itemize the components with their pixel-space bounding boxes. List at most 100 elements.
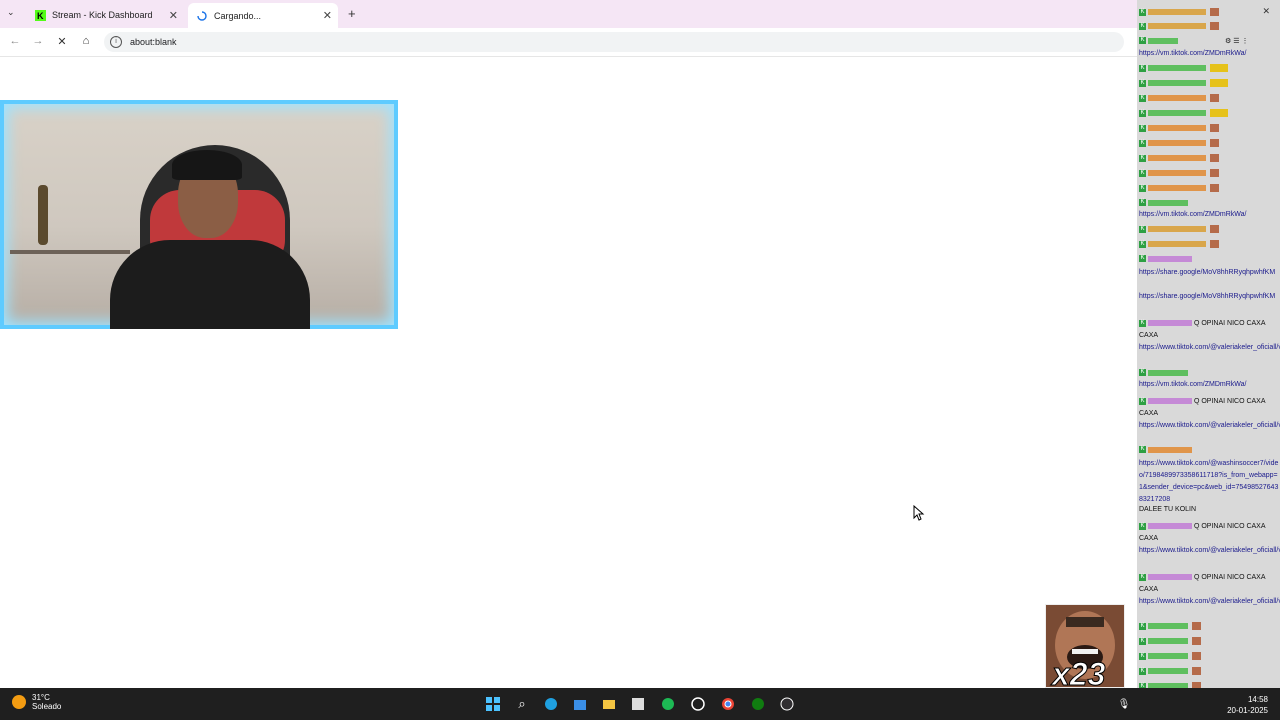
loading-icon — [196, 10, 208, 22]
emote-icon — [1210, 94, 1219, 102]
home-icon[interactable]: ⌂ — [79, 35, 93, 47]
weather-widget[interactable]: 31°C Soleado — [12, 693, 61, 711]
snipping-tool-icon[interactable] — [630, 696, 646, 712]
microphone-icon[interactable]: 🎙 — [1116, 696, 1132, 712]
mouse-cursor-icon — [913, 505, 925, 521]
kick-badge-icon: K — [1139, 397, 1146, 405]
chat-message: https://www.tiktok.com/@valeriakeler_ofi… — [1139, 598, 1280, 605]
stop-icon[interactable]: ✕ — [55, 35, 69, 48]
system-clock[interactable]: 14:58 20-01-2025 — [1227, 694, 1268, 716]
username — [1148, 226, 1206, 232]
address-text: about:blank — [130, 37, 177, 47]
emote-icon — [1192, 622, 1201, 630]
emote-icon — [1192, 637, 1201, 645]
chat-message: K Q OPINAI NICO CAXA CAXA — [1139, 572, 1279, 596]
whatsapp-icon[interactable] — [690, 696, 706, 712]
chat-row: K — [1139, 124, 1279, 132]
chat-message: https://www.tiktok.com/@washinsoccer7/vi… — [1139, 460, 1279, 503]
chat-message: https://share.google/MoV8hhRRyqhpwhfKM — [1139, 269, 1276, 276]
search-icon[interactable]: ⌕ — [514, 696, 530, 712]
weather-temp: 31°C — [32, 693, 50, 702]
chat-row: K — [1139, 622, 1279, 630]
info-icon[interactable]: i — [110, 36, 122, 48]
username — [1148, 241, 1206, 247]
close-tab-icon[interactable]: ✕ — [323, 9, 332, 22]
kick-badge-icon: K — [1139, 37, 1146, 44]
chat-message: https://www.tiktok.com/@valeriakeler_ofi… — [1139, 344, 1280, 351]
obs-icon[interactable] — [779, 696, 795, 712]
xbox-icon[interactable] — [750, 696, 766, 712]
spotify-icon[interactable] — [660, 696, 676, 712]
tab-kick-dashboard[interactable]: K Stream - Kick Dashboard ✕ — [26, 4, 184, 26]
toolbar-icons[interactable]: ⚙ ☰ ⋮ — [1225, 37, 1248, 45]
tab-loading[interactable]: Cargando... ✕ — [188, 3, 338, 28]
chat-row: K — [1139, 79, 1279, 87]
chat-row: K — [1139, 169, 1279, 177]
kick-badge-icon: K — [1139, 319, 1146, 327]
kick-badge-icon: K — [1139, 139, 1146, 147]
kick-badge-icon: K — [1139, 225, 1146, 233]
taskbar: 31°C Soleado ⌕ 🎙 14:58 20-01-2025 — [0, 688, 1280, 720]
chat-row: K — [1139, 225, 1279, 233]
chat-row: K — [1139, 64, 1279, 72]
emote-combo-overlay: x23 — [1045, 604, 1125, 688]
chat-row: K — [1139, 8, 1279, 16]
emote-icon — [1210, 22, 1219, 30]
back-icon[interactable]: ← — [8, 35, 22, 47]
new-tab-button[interactable]: + — [348, 6, 356, 21]
tab-search-chevron-icon[interactable]: ⌄ — [7, 7, 15, 18]
browser-toolbar: ← → ✕ ⌂ i about:blank — [0, 28, 1140, 57]
username — [1148, 523, 1192, 530]
person-body — [110, 240, 310, 329]
emote-icon — [1210, 8, 1219, 16]
edge-icon[interactable] — [543, 696, 559, 712]
file-explorer-icon[interactable] — [601, 696, 617, 712]
emote-icon — [1192, 652, 1201, 660]
chat-row: K — [1139, 652, 1279, 660]
emote-icon — [1210, 64, 1228, 72]
kick-badge-icon: K — [1139, 124, 1146, 132]
chat-message: https://share.google/MoV8hhRRyqhpwhfKM — [1139, 293, 1276, 300]
chat-row: K — [1139, 139, 1279, 147]
kick-icon: K — [34, 9, 46, 21]
clock-time: 14:58 — [1247, 695, 1268, 704]
kick-badge-icon: K — [1139, 369, 1146, 376]
windows-start-icon[interactable] — [485, 696, 501, 712]
chat-panel: ✕ K K K ⚙ ☰ ⋮ https://vm.tiktok.com/ZMDm… — [1137, 0, 1280, 720]
emote-icon — [1210, 154, 1219, 162]
username — [1148, 185, 1206, 191]
emote-icon — [1210, 240, 1219, 248]
store-icon[interactable] — [572, 696, 588, 712]
chat-row: K — [1139, 637, 1279, 645]
chat-toolbar: K ⚙ ☰ ⋮ — [1139, 37, 1277, 47]
username — [1148, 638, 1188, 644]
username — [1148, 95, 1206, 101]
username — [1148, 255, 1192, 262]
username — [1148, 37, 1178, 44]
chat-row: K — [1139, 369, 1279, 376]
shelf — [10, 250, 130, 254]
close-tab-icon[interactable]: ✕ — [169, 9, 178, 22]
chat-row: K — [1139, 109, 1279, 117]
username — [1148, 446, 1192, 453]
kick-badge-icon: K — [1139, 522, 1146, 530]
chat-message: K Q OPINAI NICO CAXA CAXA — [1139, 521, 1279, 545]
chat-row: K — [1139, 240, 1279, 248]
emote-icon — [1210, 169, 1219, 177]
tab-title: Cargando... — [214, 10, 262, 21]
chat-message: DALEE TU KOLIN — [1139, 506, 1197, 513]
kick-badge-icon: K — [1139, 622, 1146, 630]
chat-row: K — [1139, 199, 1279, 206]
username — [1148, 125, 1206, 131]
username — [1148, 199, 1188, 206]
username — [1148, 23, 1206, 29]
forward-icon[interactable]: → — [31, 35, 45, 47]
weather-desc: Soleado — [32, 702, 62, 711]
chat-message: https://vm.tiktok.com/ZMDmRkWa/ — [1139, 381, 1247, 388]
username — [1148, 65, 1206, 71]
address-bar[interactable]: i about:blank — [104, 32, 1124, 52]
kick-badge-icon: K — [1139, 8, 1146, 16]
sun-icon — [12, 695, 26, 709]
emote-icon — [1210, 124, 1219, 132]
chrome-icon[interactable] — [720, 696, 736, 712]
